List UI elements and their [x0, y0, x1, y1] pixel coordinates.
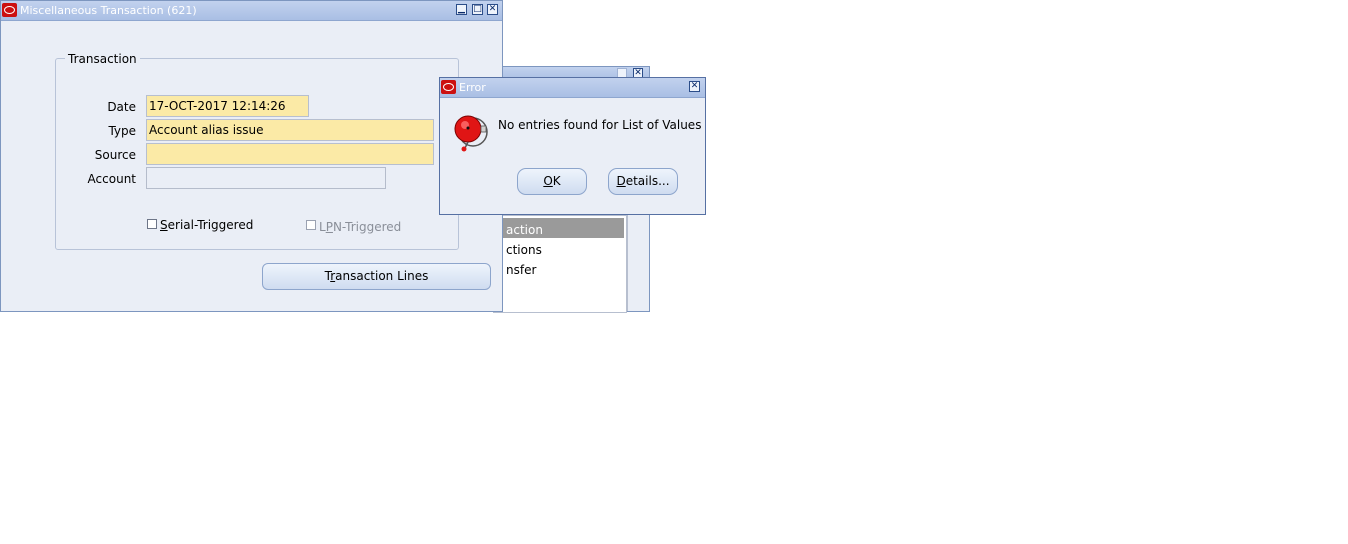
- lpn-triggered-label: LPN-Triggered: [319, 220, 402, 234]
- serial-triggered-label: Serial-Triggered: [160, 218, 254, 232]
- error-message: No entries found for List of Values: [498, 118, 702, 132]
- error-titlebar: Error ✕: [440, 78, 705, 98]
- error-dialog: Error ✕ No entries found for List of Val…: [439, 77, 706, 215]
- error-title: Error: [459, 81, 486, 94]
- maximize-icon[interactable]: □: [472, 4, 483, 15]
- oracle-logo-icon: [2, 3, 17, 17]
- source-label: Source: [94, 148, 136, 162]
- ok-button[interactable]: OK: [517, 168, 587, 195]
- misc-transaction-window: Miscellaneous Transaction (621) ▁ □ ✕ Tr…: [0, 0, 503, 312]
- account-field[interactable]: [146, 167, 386, 189]
- navigator-scrollbar[interactable]: [627, 215, 640, 311]
- source-field[interactable]: [146, 143, 434, 165]
- close-icon[interactable]: ✕: [487, 4, 498, 15]
- date-field[interactable]: 17-OCT-2017 12:14:26: [146, 95, 309, 117]
- navigator-list-item[interactable]: nsfer: [506, 263, 536, 277]
- account-label: Account: [87, 172, 136, 186]
- serial-triggered-checkbox[interactable]: [147, 219, 157, 229]
- navigator-list-item[interactable]: action: [506, 223, 543, 237]
- type-field[interactable]: Account alias issue: [146, 119, 434, 141]
- lpn-triggered-checkbox[interactable]: [306, 220, 316, 230]
- window-titlebar: Miscellaneous Transaction (621) ▁ □ ✕: [1, 1, 502, 21]
- oracle-logo-icon: [441, 80, 456, 94]
- transaction-lines-button[interactable]: Transaction Lines: [262, 263, 491, 290]
- date-label: Date: [107, 100, 136, 114]
- type-label: Type: [108, 124, 136, 138]
- transaction-group-title: Transaction: [65, 52, 140, 66]
- window-title: Miscellaneous Transaction (621): [20, 4, 197, 17]
- close-icon[interactable]: ✕: [689, 81, 700, 92]
- navigator-list-item[interactable]: ctions: [506, 243, 542, 257]
- details-button[interactable]: Details...: [608, 168, 678, 195]
- minimize-icon[interactable]: ▁: [456, 4, 467, 15]
- error-bell-icon: [454, 115, 488, 152]
